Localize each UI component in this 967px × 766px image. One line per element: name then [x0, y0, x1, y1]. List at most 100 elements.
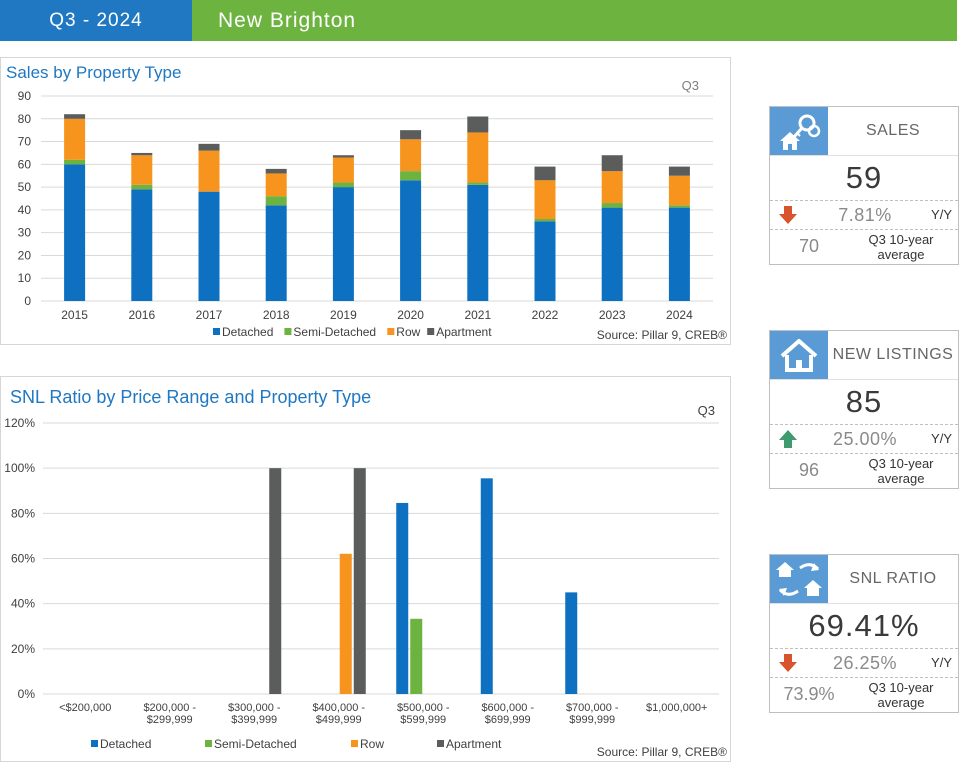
snl-chart-panel: SNL Ratio by Price Range and Property Ty… [0, 376, 731, 762]
x-tick-label: $499,999 [316, 714, 362, 726]
x-tick-label: $400,000 - [312, 702, 365, 714]
bar-detached-600-000 [480, 478, 493, 694]
y-tick-label: 60 [18, 157, 32, 171]
x-tick-label: 2017 [196, 308, 223, 322]
ten-year-average-label: Q3 10-year average [868, 232, 934, 262]
legend-label-row: Row [360, 737, 384, 751]
bar-row-2016 [131, 155, 153, 185]
y-tick-label: 20 [18, 248, 32, 262]
y-tick-label: 60% [11, 552, 35, 566]
bar-detached-700-000 [565, 592, 578, 694]
legend-label-semi-detached: Semi-Detached [214, 737, 297, 751]
bar-apartment-2021 [467, 116, 489, 133]
legend-swatch-apartment [437, 740, 444, 747]
bar-row-2023 [601, 171, 623, 204]
yy-change: 25.00% [832, 429, 898, 449]
bar-apartment-2015 [64, 114, 86, 119]
legend-swatch-row [351, 740, 358, 747]
bar-apartment-2018 [265, 168, 287, 174]
bar-row-2017 [198, 150, 220, 192]
sales-chart-panel: Sales by Property Type Q3 0 10 20 30 40 50 60 70 8… [0, 57, 731, 345]
legend-swatch-detached [213, 328, 220, 335]
bar-apartment-300-000 [269, 468, 282, 694]
snl-ratio-card: SNL RATIO 69.41% 26.25% Y/Y 73.9% Q3 10-… [769, 554, 959, 713]
chart-title: Sales by Property Type [6, 63, 181, 82]
legend-swatch-semi-detached [205, 740, 212, 747]
bar-detached-2017 [198, 191, 220, 301]
arrow-down-icon [778, 653, 798, 678]
yy-label: Y/Y [931, 431, 952, 446]
x-tick-label: 2022 [532, 308, 559, 322]
x-tick-label: $599,999 [400, 714, 446, 726]
new-listings-value: 85 [770, 379, 958, 425]
yy-label: Y/Y [931, 207, 952, 222]
source-note: Source: Pillar 9, CREB® [597, 328, 727, 342]
bar-detached-2019 [332, 187, 354, 301]
ten-year-average-value: 96 [798, 460, 820, 480]
y-tick-label: 30 [18, 226, 32, 240]
x-tick-label: $500,000 - [397, 702, 450, 714]
legend-swatch-row [387, 328, 395, 335]
x-tick-label: 2019 [330, 308, 357, 322]
bar-detached-500-000 [396, 502, 409, 694]
y-tick-label: 40% [11, 597, 35, 611]
bar-apartment-2019 [332, 155, 354, 158]
snl-ratio-value: 69.41% [770, 603, 958, 649]
bar-detached-2018 [265, 205, 287, 301]
y-tick-label: 80 [18, 112, 32, 126]
y-tick-label: 50 [18, 180, 32, 194]
y-tick-label: 120% [4, 416, 35, 430]
chart-period-tag: Q3 [682, 78, 699, 93]
ten-year-average-value: 73.9% [783, 684, 835, 704]
bar-semi-detached-2015 [64, 159, 86, 165]
bar-row-400-000 [339, 553, 352, 694]
x-tick-label: $999,999 [569, 714, 615, 726]
bar-row-2019 [332, 157, 354, 183]
bar-detached-2020 [400, 180, 422, 301]
bar-apartment-2017 [198, 143, 220, 151]
y-tick-label: 40 [18, 203, 32, 217]
bar-semi-detached-500-000 [410, 618, 423, 694]
x-tick-label: 2021 [464, 308, 491, 322]
x-tick-label: $700,000 - [566, 702, 619, 714]
y-tick-label: 10 [18, 271, 32, 285]
yy-change: 7.81% [838, 205, 892, 225]
bar-apartment-2016 [131, 152, 153, 156]
bar-row-2020 [400, 139, 422, 172]
house-icon [770, 331, 828, 379]
yy-label: Y/Y [931, 655, 952, 670]
x-tick-label: 2024 [666, 308, 693, 322]
bar-detached-2023 [601, 207, 623, 301]
x-tick-label: 2015 [61, 308, 88, 322]
bar-row-2022 [534, 180, 556, 219]
legend-label-row: Row [396, 325, 420, 339]
community-name: New Brighton [192, 0, 957, 41]
bar-detached-2021 [467, 184, 489, 301]
ten-year-average-value: 70 [798, 236, 820, 256]
ten-year-average-label: Q3 10-year average [868, 456, 934, 486]
ten-year-average-label: Q3 10-year average [868, 680, 934, 710]
legend-label-semi-detached: Semi-Detached [293, 325, 376, 339]
legend-label-apartment: Apartment [436, 325, 492, 339]
bar-row-2024 [668, 175, 690, 206]
x-tick-label: $300,000 - [228, 702, 281, 714]
bar-semi-detached-2020 [400, 171, 422, 181]
bar-row-2021 [467, 132, 489, 183]
sales-value: 59 [770, 155, 958, 201]
bar-row-2018 [265, 173, 287, 197]
x-tick-label: $1,000,000+ [646, 702, 707, 714]
x-tick-label: $399,999 [231, 714, 277, 726]
bar-apartment-2020 [400, 130, 422, 140]
legend-label-apartment: Apartment [446, 737, 502, 751]
report-header: Q3 - 2024 New Brighton [0, 0, 957, 41]
y-tick-label: 0 [24, 294, 31, 308]
y-tick-label: 100% [4, 461, 35, 475]
bar-apartment-2024 [668, 166, 690, 176]
x-tick-label: $600,000 - [481, 702, 534, 714]
bar-semi-detached-2021 [467, 182, 489, 185]
card-label: NEW LISTINGS [832, 346, 954, 363]
bar-detached-2024 [668, 207, 690, 301]
bar-semi-detached-2022 [534, 219, 556, 222]
chart-period-tag: Q3 [698, 403, 715, 418]
x-tick-label: 2018 [263, 308, 290, 322]
